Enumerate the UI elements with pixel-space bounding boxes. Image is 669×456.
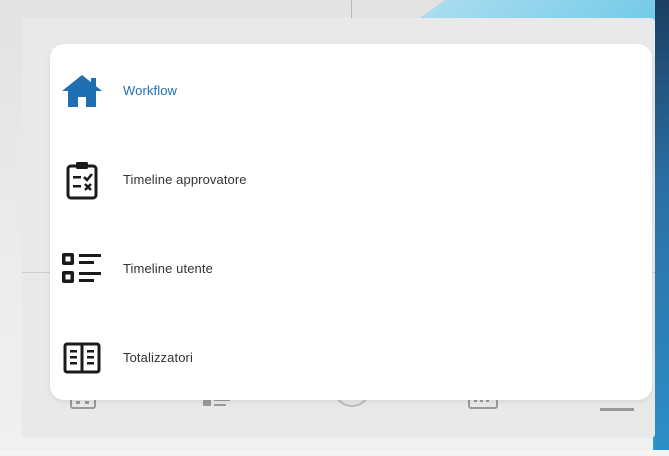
- navigation-menu: Workflow Timeline approvatore Timeline u…: [50, 44, 652, 400]
- bottom-edge: [0, 450, 669, 456]
- home-icon: [60, 69, 104, 113]
- menu-icon[interactable]: [600, 400, 634, 416]
- divider-line: [351, 0, 352, 20]
- menu-item-label: Totalizzatori: [123, 350, 193, 365]
- menu-item-label: Timeline approvatore: [123, 172, 247, 187]
- menu-item-label: Workflow: [123, 83, 178, 98]
- table-icon: [60, 336, 104, 380]
- checklist-icon: [60, 247, 104, 291]
- menu-item-timeline-utente[interactable]: Timeline utente: [50, 224, 652, 313]
- desktop-edge: [655, 0, 669, 456]
- menu-item-timeline-approvatore[interactable]: Timeline approvatore: [50, 135, 652, 224]
- menu-item-label: Timeline utente: [123, 261, 213, 276]
- menu-item-workflow[interactable]: Workflow: [50, 46, 652, 135]
- clipboard-check-icon: [60, 158, 104, 202]
- menu-item-totalizzatori[interactable]: Totalizzatori: [50, 313, 652, 402]
